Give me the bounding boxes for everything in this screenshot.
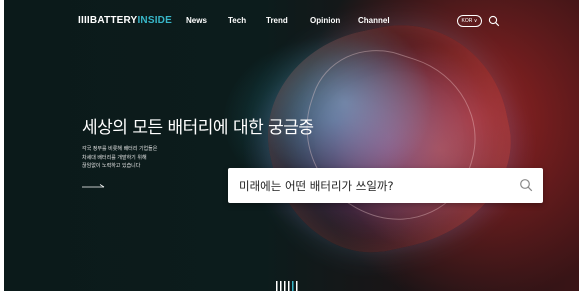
nav-tech[interactable]: Tech (228, 16, 246, 25)
description-line: 끊임없이 노력하고 있습니다 (82, 163, 141, 169)
nav-opinion[interactable]: Opinion (310, 16, 340, 25)
hero-section: IIIIBATTERYINSIDE News Tech Trend Opinio… (4, 0, 579, 291)
logo-main: BATTERY (89, 15, 138, 26)
description-line: 차세대 배터리를 개발하기 위해 (82, 154, 147, 161)
search-icon[interactable] (488, 15, 500, 27)
site-logo[interactable]: IIIIBATTERYINSIDE (78, 15, 172, 26)
search-input[interactable]: 미래에는 어떤 배터리가 쓰일까? (239, 178, 394, 194)
logo-bars: IIII (78, 15, 90, 26)
logo-accent: INSIDE (137, 15, 172, 26)
search-bar[interactable]: 미래에는 어떤 배터리가 쓰일까? (228, 168, 543, 203)
nav-trend[interactable]: Trend (266, 16, 288, 25)
hero-headline: 세상의 모든 배터리에 대한 궁금증 (82, 118, 314, 138)
arrow-right-icon[interactable] (82, 184, 106, 190)
search-icon[interactable] (519, 178, 533, 192)
nav-channel[interactable]: Channel (358, 16, 390, 25)
hero-description: 각국 정부를 비롯해 배터리 기업들은 차세대 배터리를 개발하기 위해 끊임없… (82, 145, 192, 171)
nav-news[interactable]: News (186, 16, 207, 25)
language-selector[interactable]: KOR ∨ (457, 15, 482, 27)
slide-indicator[interactable] (276, 276, 302, 291)
pager-bars-icon (276, 281, 298, 291)
description-line: 각국 정부를 비롯해 배터리 기업들은 (82, 146, 158, 152)
